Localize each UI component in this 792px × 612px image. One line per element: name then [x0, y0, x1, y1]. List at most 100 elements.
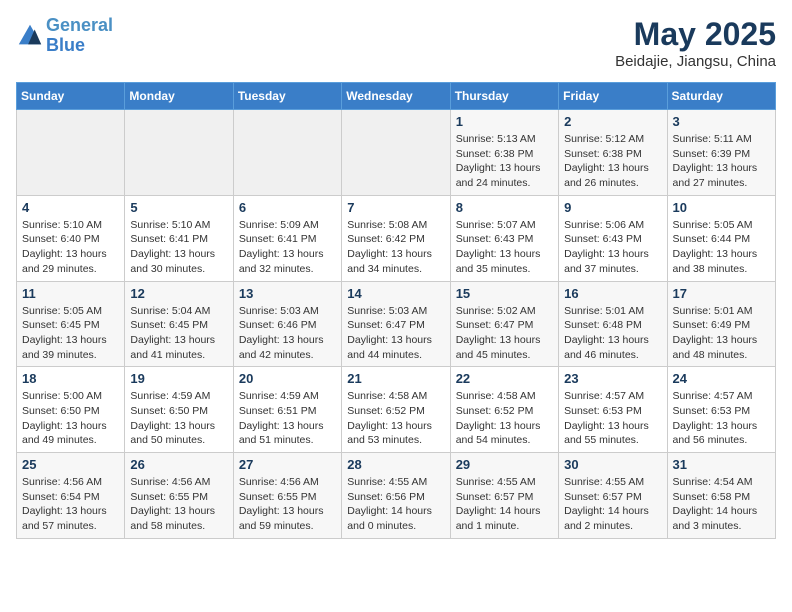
calendar-week-3: 11 Sunrise: 5:05 AM Sunset: 6:45 PM Dayli… — [17, 281, 776, 367]
day-info: Sunrise: 4:57 AM Sunset: 6:53 PM Dayligh… — [673, 389, 770, 448]
calendar-week-2: 4Sunrise: 5:10 AM Sunset: 6:40 PM Daylig… — [17, 195, 776, 281]
calendar-cell: 28 Sunrise: 4:55 AM Sunset: 6:56 PM Dayli… — [342, 453, 450, 539]
day-info: Sunrise: 5:11 AM Sunset: 6:39 PM Dayligh… — [673, 132, 770, 191]
calendar-cell: 31 Sunrise: 4:54 AM Sunset: 6:58 PM Dayli… — [667, 453, 775, 539]
calendar-cell: 2 Sunrise: 5:12 AM Sunset: 6:38 PM Daylig… — [559, 110, 667, 196]
calendar-cell: 20Sunrise: 4:59 AM Sunset: 6:51 PM Dayli… — [233, 367, 341, 453]
day-info: Sunrise: 5:05 AM Sunset: 6:45 PM Dayligh… — [22, 304, 119, 363]
day-number: 5 — [130, 200, 227, 215]
page-header: General Blue May 2025 Beidajie, Jiangsu,… — [16, 16, 776, 70]
weekday-header-saturday: Saturday — [667, 83, 775, 110]
day-info: Sunrise: 4:55 AM Sunset: 6:57 PM Dayligh… — [456, 475, 553, 534]
day-number: 15 — [456, 286, 553, 301]
day-info: Sunrise: 5:13 AM Sunset: 6:38 PM Dayligh… — [456, 132, 553, 191]
calendar-cell: 3 Sunrise: 5:11 AM Sunset: 6:39 PM Daylig… — [667, 110, 775, 196]
day-number: 1 — [456, 114, 553, 129]
calendar-cell: 29 Sunrise: 4:55 AM Sunset: 6:57 PM Dayli… — [450, 453, 558, 539]
day-info: Sunrise: 5:01 AM Sunset: 6:49 PM Dayligh… — [673, 304, 770, 363]
day-info: Sunrise: 4:58 AM Sunset: 6:52 PM Dayligh… — [456, 389, 553, 448]
weekday-header-tuesday: Tuesday — [233, 83, 341, 110]
day-number: 2 — [564, 114, 661, 129]
day-info: Sunrise: 5:12 AM Sunset: 6:38 PM Dayligh… — [564, 132, 661, 191]
calendar-cell: 4Sunrise: 5:10 AM Sunset: 6:40 PM Daylig… — [17, 195, 125, 281]
weekday-header-wednesday: Wednesday — [342, 83, 450, 110]
day-number: 3 — [673, 114, 770, 129]
calendar-cell: 5 Sunrise: 5:10 AM Sunset: 6:41 PM Daylig… — [125, 195, 233, 281]
day-info: Sunrise: 4:54 AM Sunset: 6:58 PM Dayligh… — [673, 475, 770, 534]
day-number: 28 — [347, 457, 444, 472]
calendar-week-1: 1 Sunrise: 5:13 AM Sunset: 6:38 PM Daylig… — [17, 110, 776, 196]
day-info: Sunrise: 5:01 AM Sunset: 6:48 PM Dayligh… — [564, 304, 661, 363]
calendar-cell: 25 Sunrise: 4:56 AM Sunset: 6:54 PM Dayli… — [17, 453, 125, 539]
day-info: Sunrise: 5:10 AM Sunset: 6:41 PM Dayligh… — [130, 218, 227, 277]
calendar-cell: 26 Sunrise: 4:56 AM Sunset: 6:55 PM Dayli… — [125, 453, 233, 539]
calendar-cell: 11 Sunrise: 5:05 AM Sunset: 6:45 PM Dayli… — [17, 281, 125, 367]
calendar-cell: 24 Sunrise: 4:57 AM Sunset: 6:53 PM Dayli… — [667, 367, 775, 453]
calendar-cell: 14Sunrise: 5:03 AM Sunset: 6:47 PM Dayli… — [342, 281, 450, 367]
day-number: 31 — [673, 457, 770, 472]
day-number: 30 — [564, 457, 661, 472]
day-info: Sunrise: 5:04 AM Sunset: 6:45 PM Dayligh… — [130, 304, 227, 363]
day-number: 7 — [347, 200, 444, 215]
day-info: Sunrise: 4:55 AM Sunset: 6:56 PM Dayligh… — [347, 475, 444, 534]
calendar-cell: 23Sunrise: 4:57 AM Sunset: 6:53 PM Dayli… — [559, 367, 667, 453]
day-number: 23 — [564, 371, 661, 386]
calendar-week-4: 18Sunrise: 5:00 AM Sunset: 6:50 PM Dayli… — [17, 367, 776, 453]
day-number: 16 — [564, 286, 661, 301]
day-info: Sunrise: 5:07 AM Sunset: 6:43 PM Dayligh… — [456, 218, 553, 277]
day-info: Sunrise: 4:58 AM Sunset: 6:52 PM Dayligh… — [347, 389, 444, 448]
day-number: 26 — [130, 457, 227, 472]
calendar-week-5: 25 Sunrise: 4:56 AM Sunset: 6:54 PM Dayli… — [17, 453, 776, 539]
day-info: Sunrise: 4:55 AM Sunset: 6:57 PM Dayligh… — [564, 475, 661, 534]
day-number: 10 — [673, 200, 770, 215]
calendar-cell: 17 Sunrise: 5:01 AM Sunset: 6:49 PM Dayli… — [667, 281, 775, 367]
day-number: 8 — [456, 200, 553, 215]
day-info: Sunrise: 4:56 AM Sunset: 6:54 PM Dayligh… — [22, 475, 119, 534]
calendar-cell: 10Sunrise: 5:05 AM Sunset: 6:44 PM Dayli… — [667, 195, 775, 281]
logo-text: General Blue — [46, 16, 113, 56]
weekday-header-sunday: Sunday — [17, 83, 125, 110]
calendar-cell: 16 Sunrise: 5:01 AM Sunset: 6:48 PM Dayli… — [559, 281, 667, 367]
calendar-cell: 1 Sunrise: 5:13 AM Sunset: 6:38 PM Daylig… — [450, 110, 558, 196]
day-number: 6 — [239, 200, 336, 215]
day-info: Sunrise: 5:00 AM Sunset: 6:50 PM Dayligh… — [22, 389, 119, 448]
calendar-cell: 7 Sunrise: 5:08 AM Sunset: 6:42 PM Daylig… — [342, 195, 450, 281]
calendar-cell — [233, 110, 341, 196]
logo: General Blue — [16, 16, 113, 56]
calendar-cell — [342, 110, 450, 196]
calendar-cell: 21 Sunrise: 4:58 AM Sunset: 6:52 PM Dayli… — [342, 367, 450, 453]
day-number: 20 — [239, 371, 336, 386]
month-title: May 2025 — [615, 16, 776, 53]
day-number: 25 — [22, 457, 119, 472]
title-block: May 2025 Beidajie, Jiangsu, China — [615, 16, 776, 70]
day-info: Sunrise: 5:08 AM Sunset: 6:42 PM Dayligh… — [347, 218, 444, 277]
calendar-cell: 15 Sunrise: 5:02 AM Sunset: 6:47 PM Dayli… — [450, 281, 558, 367]
day-info: Sunrise: 5:02 AM Sunset: 6:47 PM Dayligh… — [456, 304, 553, 363]
logo-line1: General — [46, 15, 113, 35]
day-number: 29 — [456, 457, 553, 472]
day-number: 14 — [347, 286, 444, 301]
day-number: 24 — [673, 371, 770, 386]
calendar-cell: 13 Sunrise: 5:03 AM Sunset: 6:46 PM Dayli… — [233, 281, 341, 367]
calendar-cell: 27Sunrise: 4:56 AM Sunset: 6:55 PM Dayli… — [233, 453, 341, 539]
calendar-cell: 18Sunrise: 5:00 AM Sunset: 6:50 PM Dayli… — [17, 367, 125, 453]
day-info: Sunrise: 5:03 AM Sunset: 6:46 PM Dayligh… — [239, 304, 336, 363]
calendar-cell: 30 Sunrise: 4:55 AM Sunset: 6:57 PM Dayli… — [559, 453, 667, 539]
calendar-cell: 22Sunrise: 4:58 AM Sunset: 6:52 PM Dayli… — [450, 367, 558, 453]
day-info: Sunrise: 4:56 AM Sunset: 6:55 PM Dayligh… — [130, 475, 227, 534]
calendar-table: SundayMondayTuesdayWednesdayThursdayFrid… — [16, 82, 776, 539]
day-info: Sunrise: 4:59 AM Sunset: 6:50 PM Dayligh… — [130, 389, 227, 448]
calendar-header: SundayMondayTuesdayWednesdayThursdayFrid… — [17, 83, 776, 110]
day-number: 21 — [347, 371, 444, 386]
logo-icon — [16, 22, 44, 50]
location: Beidajie, Jiangsu, China — [615, 53, 776, 70]
calendar-cell: 8 Sunrise: 5:07 AM Sunset: 6:43 PM Daylig… — [450, 195, 558, 281]
day-number: 12 — [130, 286, 227, 301]
calendar-cell: 9Sunrise: 5:06 AM Sunset: 6:43 PM Daylig… — [559, 195, 667, 281]
day-number: 17 — [673, 286, 770, 301]
calendar-cell: 6Sunrise: 5:09 AM Sunset: 6:41 PM Daylig… — [233, 195, 341, 281]
calendar-cell: 12 Sunrise: 5:04 AM Sunset: 6:45 PM Dayli… — [125, 281, 233, 367]
calendar-body: 1 Sunrise: 5:13 AM Sunset: 6:38 PM Daylig… — [17, 110, 776, 539]
day-number: 11 — [22, 286, 119, 301]
day-number: 13 — [239, 286, 336, 301]
